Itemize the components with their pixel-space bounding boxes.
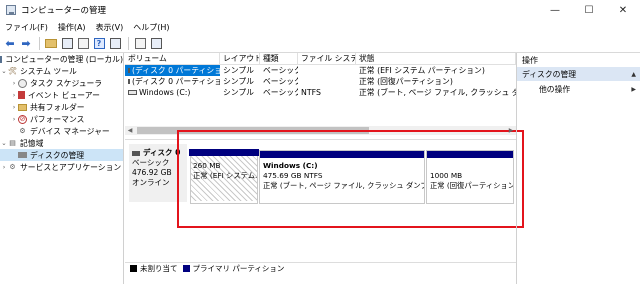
legend-unallocated: 未割り当て: [140, 264, 178, 273]
legend-primary: プライマリ パーティション: [192, 264, 285, 273]
toolbox-icon: 🛠: [8, 67, 17, 75]
volume-row[interactable]: Windows (C:) シンプル ベーシック NTFS 正常 (ブート, ペー…: [125, 87, 516, 98]
tree-item-storage[interactable]: ⌄ ▤ 記憶域: [0, 137, 123, 149]
menu-file[interactable]: ファイル(F): [5, 22, 48, 33]
maximize-button[interactable]: ☐: [572, 0, 606, 20]
export-list-icon[interactable]: [149, 36, 163, 50]
chevron-down-icon[interactable]: ⌄: [0, 139, 8, 147]
tree-item-system-tools[interactable]: ⌄ 🛠 システム ツール: [0, 65, 123, 77]
computer-icon: [0, 55, 3, 63]
minimize-button[interactable]: —: [538, 0, 572, 20]
window-title: コンピューターの管理: [21, 6, 107, 16]
close-button[interactable]: ✕: [606, 0, 640, 20]
tree-item-root[interactable]: コンピューターの管理 (ローカル): [0, 53, 123, 65]
tree-item-event-viewer[interactable]: › イベント ビューアー: [0, 89, 123, 101]
tree-item-disk-management[interactable]: ディスクの管理: [0, 149, 123, 161]
volume-row[interactable]: (ディスク 0 パーティション 4) シンプル ベーシック 正常 (回復パーティ…: [125, 76, 516, 87]
chevron-right-icon[interactable]: ›: [10, 103, 18, 111]
menu-bar: ファイル(F) 操作(A) 表示(V) ヘルプ(H): [0, 20, 640, 34]
disk-icon: [132, 150, 140, 156]
column-volume[interactable]: ボリューム: [125, 53, 220, 64]
tree-item-shared-folders[interactable]: › 共有フォルダー: [0, 101, 123, 113]
actions-pane: 操作 ディスクの管理 ▲ 他の操作 ▶: [516, 53, 640, 284]
storage-icon: ▤: [9, 139, 16, 147]
column-type[interactable]: 種類: [260, 53, 298, 64]
forward-arrow-icon[interactable]: ➡: [19, 36, 33, 50]
console-tree: コンピューターの管理 (ローカル) ⌄ 🛠 システム ツール › タスク スケジ…: [0, 53, 124, 284]
help-icon[interactable]: ?: [92, 36, 106, 50]
folder-icon: [18, 103, 27, 111]
column-status[interactable]: 状態: [356, 53, 516, 64]
window-controls: — ☐ ✕: [538, 0, 640, 20]
collapse-up-icon[interactable]: ▲: [631, 71, 636, 78]
back-arrow-icon[interactable]: ⬅: [3, 36, 17, 50]
action-other-operations[interactable]: 他の操作 ▶: [517, 83, 640, 95]
legend: 未割り当て プライマリ パーティション: [125, 262, 516, 273]
volume-row[interactable]: (ディスク 0 パーティション 1) シンプル ベーシック 正常 (EFI シス…: [125, 65, 516, 76]
tree-item-performance[interactable]: › ⊘ パフォーマンス: [0, 113, 123, 125]
column-file-system[interactable]: ファイル システム: [298, 53, 356, 64]
properties-icon[interactable]: [76, 36, 90, 50]
clock-icon: [18, 78, 27, 88]
device-manager-icon: ⚙: [19, 127, 26, 135]
disk-icon: [18, 152, 27, 158]
tree-item-task-scheduler[interactable]: › タスク スケジューラ: [0, 77, 123, 89]
menu-help[interactable]: ヘルプ(H): [133, 22, 169, 33]
title-bar: コンピューターの管理 — ☐ ✕: [0, 0, 640, 20]
highlight-box: [177, 130, 524, 228]
column-layout[interactable]: レイアウト: [220, 53, 260, 64]
toolbar-separator: [39, 36, 40, 50]
chevron-right-icon[interactable]: ›: [10, 115, 18, 123]
unallocated-swatch: [130, 265, 137, 272]
toolbar: ⬅ ➡ ?: [0, 34, 640, 53]
volume-icon: [128, 90, 137, 95]
toolbar-separator: [128, 36, 129, 50]
chevron-right-icon[interactable]: ›: [10, 79, 18, 87]
event-log-icon: [18, 91, 25, 99]
services-icon: ⚙: [9, 163, 16, 171]
chevron-right-icon[interactable]: ›: [10, 91, 18, 99]
volume-icon: [128, 68, 130, 73]
tree-item-services-apps[interactable]: › ⚙ サービスとアプリケーション: [0, 161, 123, 173]
show-hide-tree-icon[interactable]: [60, 36, 74, 50]
computer-management-icon: [6, 5, 16, 15]
submenu-arrow-icon: ▶: [631, 85, 636, 93]
up-folder-icon[interactable]: [44, 36, 58, 50]
connect-icon[interactable]: [133, 36, 147, 50]
scroll-right-icon[interactable]: ▶: [506, 127, 516, 134]
menu-view[interactable]: 表示(V): [96, 22, 124, 33]
tree-item-device-manager[interactable]: ⚙ デバイス マネージャー: [0, 125, 123, 137]
actions-header: 操作: [517, 53, 640, 67]
chevron-right-icon[interactable]: ›: [0, 163, 8, 171]
column-header: ボリューム レイアウト 種類 ファイル システム 状態: [125, 53, 516, 65]
volume-icon: [128, 79, 130, 84]
menu-action[interactable]: 操作(A): [58, 22, 86, 33]
actions-section-disk-management[interactable]: ディスクの管理 ▲: [517, 67, 640, 81]
primary-partition-swatch: [182, 265, 190, 272]
chevron-down-icon[interactable]: ⌄: [0, 67, 8, 75]
performance-icon: ⊘: [18, 114, 27, 124]
scroll-left-icon[interactable]: ◀: [125, 127, 135, 134]
console-tree-icon[interactable]: [108, 36, 122, 50]
